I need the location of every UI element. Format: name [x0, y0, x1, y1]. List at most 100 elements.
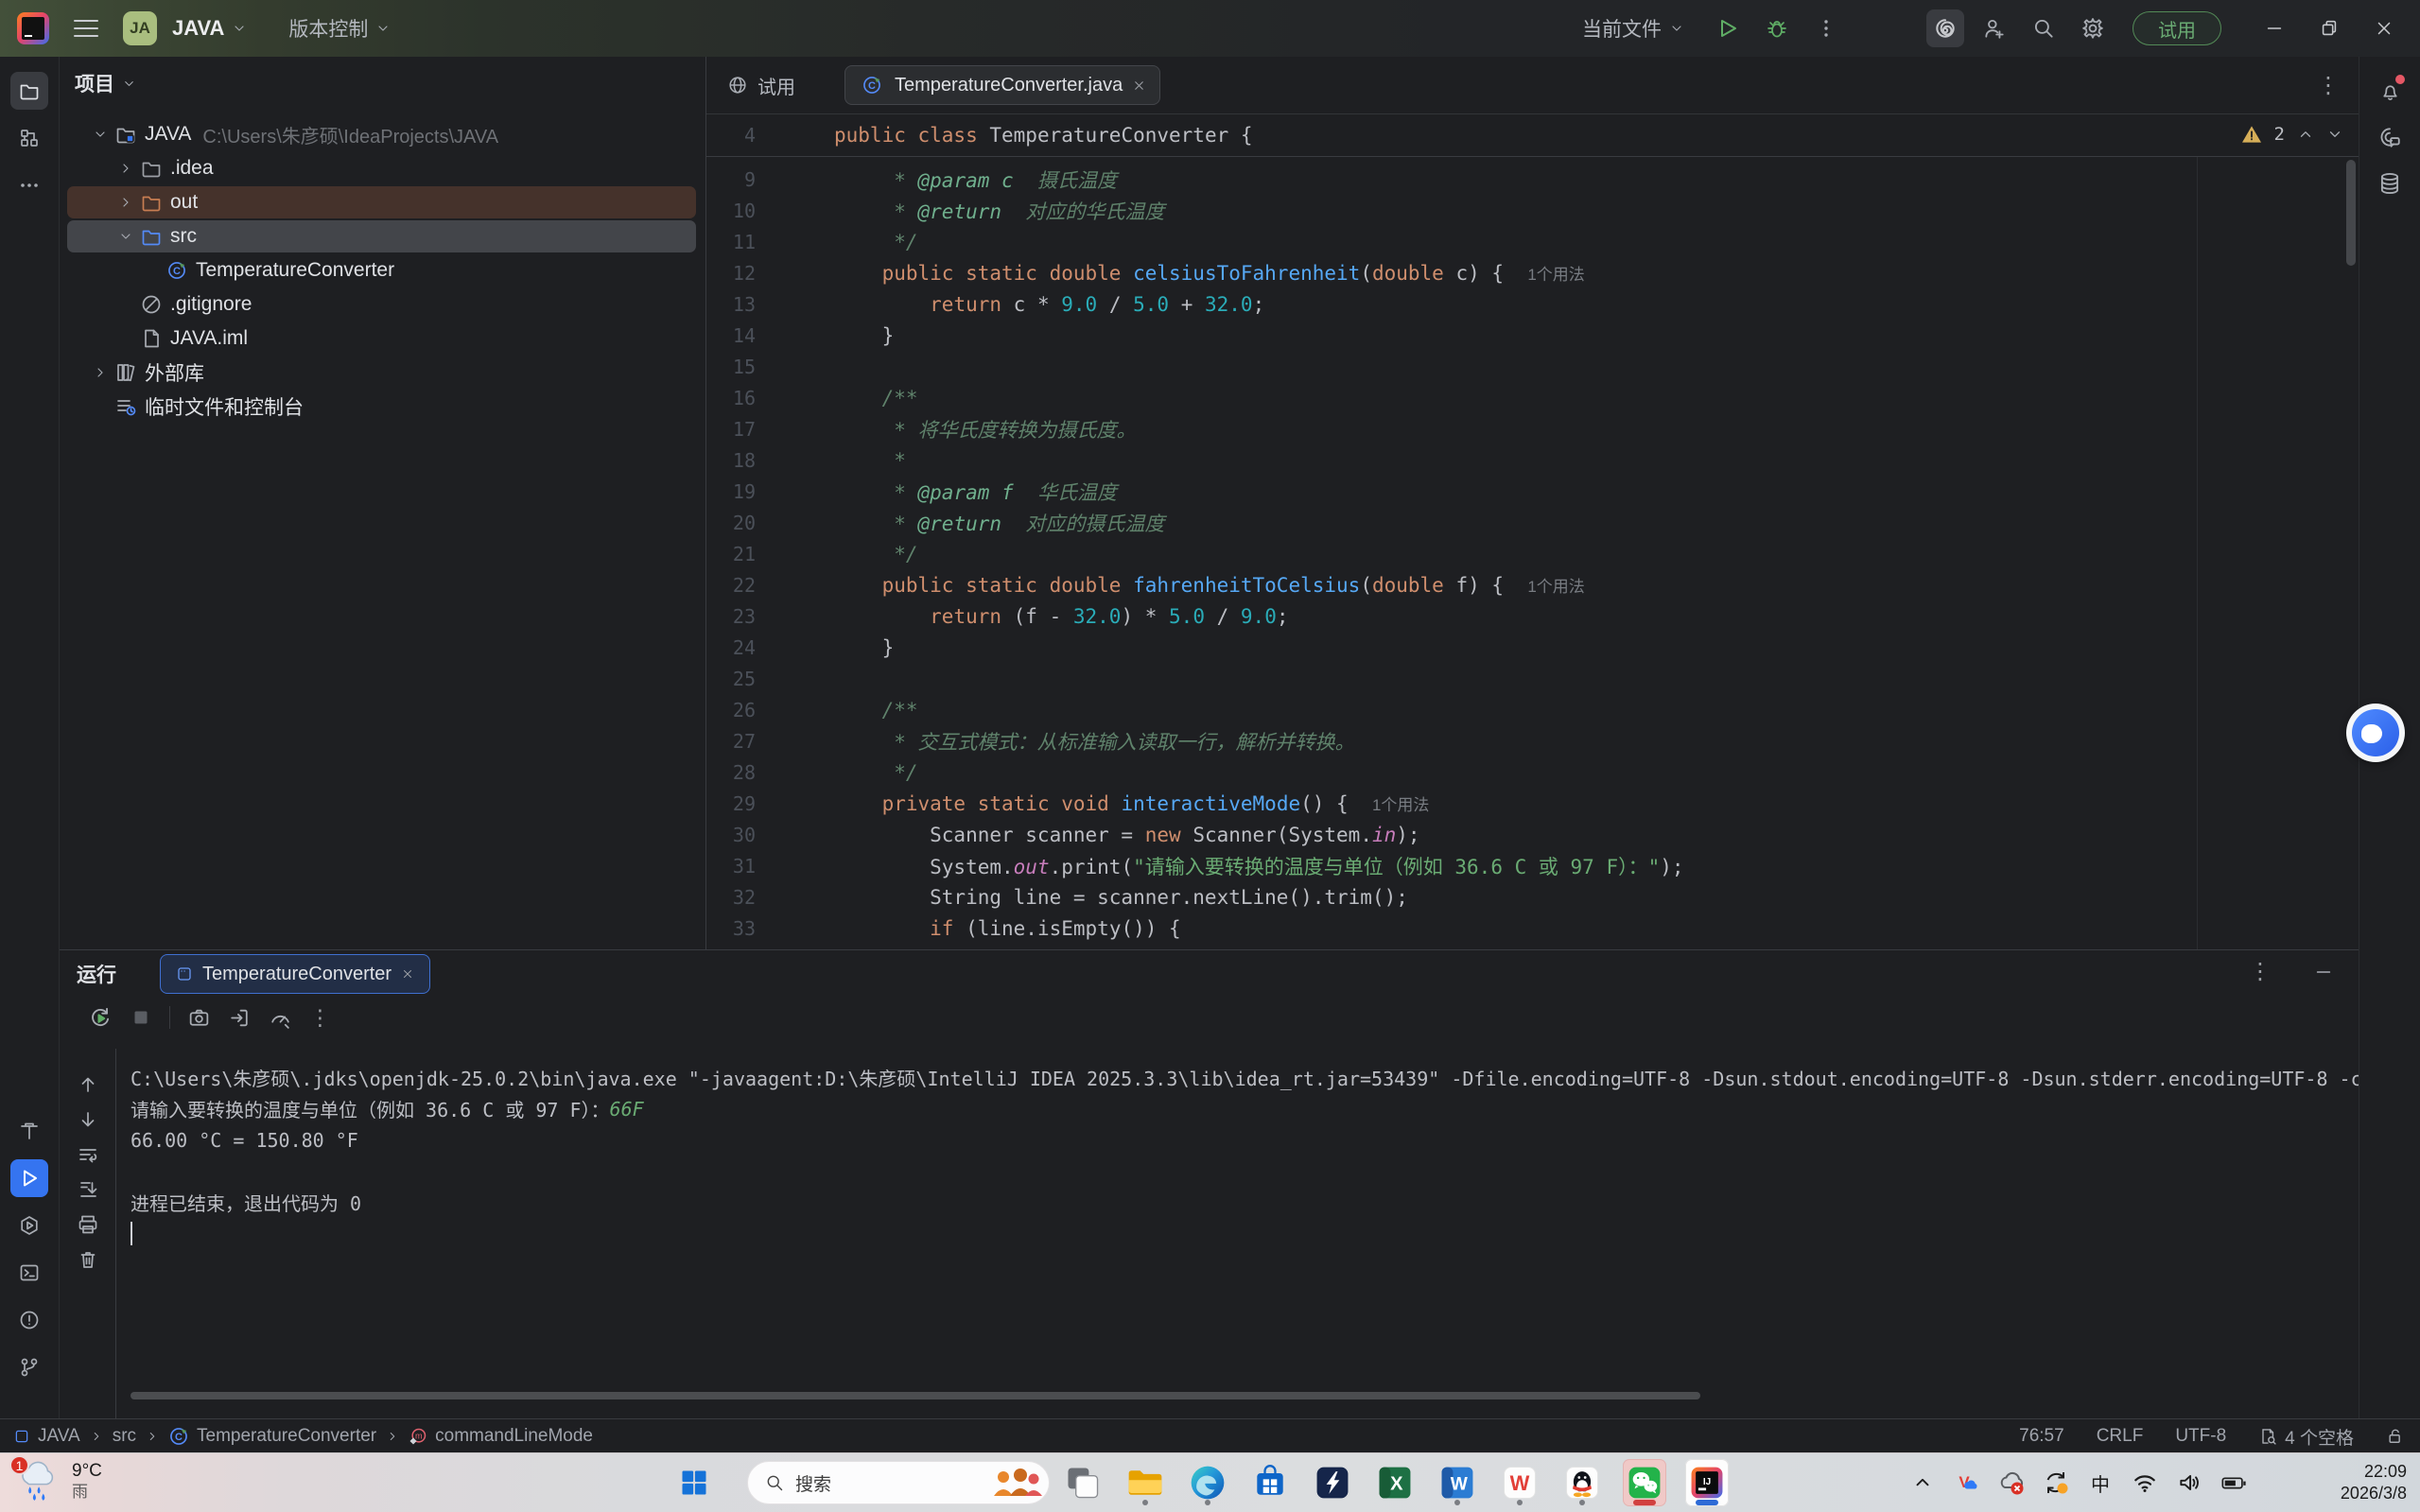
taskbar-app-wechat[interactable]	[1623, 1459, 1666, 1506]
code-line-19[interactable]: 19 * @param f 华氏温度	[706, 476, 2359, 507]
search-everywhere-button[interactable]	[2025, 9, 2063, 47]
dump-threads-button[interactable]	[228, 1006, 252, 1030]
tray-ime-indicator[interactable]: 中	[2086, 1469, 2115, 1497]
tree-item-out-folder[interactable]: out	[60, 185, 705, 219]
taskbar-app-qq[interactable]	[1560, 1459, 1604, 1506]
breadcrumb-item[interactable]: src	[113, 1426, 136, 1447]
soft-wrap-icon[interactable]	[77, 1143, 99, 1166]
problems-tool-window-button[interactable]	[10, 1301, 48, 1339]
taskbar-app-file-explorer[interactable]	[1123, 1459, 1167, 1506]
ai-chat-button[interactable]	[2371, 118, 2409, 156]
run-tool-window-button[interactable]	[10, 1159, 48, 1197]
taskbar-clock[interactable]: 22:09 2026/3/8	[2341, 1461, 2407, 1504]
doubao-assistant-button[interactable]	[2346, 704, 2405, 762]
search-highlight-people-icon[interactable]	[983, 1464, 1043, 1502]
line-number[interactable]: 13	[706, 293, 829, 316]
editor-tab-temperatureconverter[interactable]: C TemperatureConverter.java	[844, 65, 1160, 105]
main-menu-button[interactable]	[74, 20, 98, 37]
code-with-me-button[interactable]	[1976, 9, 2013, 47]
rerun-button[interactable]	[88, 1005, 113, 1030]
debug-button[interactable]	[1758, 9, 1796, 47]
hide-panel-icon[interactable]	[2313, 962, 2334, 982]
line-number[interactable]: 18	[706, 449, 829, 472]
tray-cloud-error[interactable]	[1997, 1469, 2026, 1497]
taskbar-app-excel[interactable]: X	[1373, 1459, 1417, 1506]
line-number[interactable]: 20	[706, 512, 829, 534]
line-number[interactable]: 9	[706, 168, 829, 191]
line-number[interactable]: 31	[706, 855, 829, 878]
code-line-21[interactable]: 21 */	[706, 538, 2359, 569]
trial-button[interactable]: 试用	[2133, 11, 2221, 45]
ai-assistant-button[interactable]	[1926, 9, 1964, 47]
encoding-widget[interactable]: UTF-8	[2175, 1426, 2226, 1447]
line-number[interactable]: 10	[706, 200, 829, 222]
line-number[interactable]: 16	[706, 387, 829, 409]
tray-wifi[interactable]	[2131, 1469, 2159, 1497]
scroll-up-icon[interactable]	[77, 1073, 99, 1096]
line-number[interactable]: 27	[706, 730, 829, 753]
code-line-31[interactable]: 31 System.out.print("请输入要转换的温度与单位（例如 36.…	[706, 850, 2359, 881]
line-number[interactable]: 23	[706, 605, 829, 628]
editor-trial-widget[interactable]: 试用	[727, 72, 795, 99]
project-selector[interactable]: JAVA	[172, 16, 247, 41]
tree-item-temperatureconverter[interactable]: CTemperatureConverter	[60, 253, 705, 287]
tray-volume[interactable]	[2175, 1469, 2203, 1497]
indent-widget[interactable]: 4 个空格	[2258, 1424, 2354, 1450]
code-line-16[interactable]: 16 /**	[706, 382, 2359, 413]
code-line-20[interactable]: 20 * @return 对应的摄氏温度	[706, 507, 2359, 538]
structure-tool-window-button[interactable]	[10, 119, 48, 157]
taskbar-app-edge[interactable]	[1186, 1459, 1229, 1506]
settings-button[interactable]	[2074, 9, 2112, 47]
project-avatar[interactable]: JA	[123, 11, 157, 45]
breadcrumb-item[interactable]: mcommandLineMode	[409, 1426, 593, 1447]
close-tab-icon[interactable]	[1132, 78, 1146, 93]
run-panel-options-button[interactable]: ⋮	[2249, 958, 2272, 985]
project-tool-window-button[interactable]	[10, 72, 48, 110]
line-number[interactable]: 12	[706, 262, 829, 285]
line-number[interactable]: 28	[706, 761, 829, 784]
code-line-18[interactable]: 18 *	[706, 444, 2359, 476]
tray-wps-cloud[interactable]: V	[1953, 1469, 1981, 1497]
line-number[interactable]: 29	[706, 792, 829, 815]
tab-options-button[interactable]: ⋮	[2317, 72, 2340, 99]
line-number[interactable]: 17	[706, 418, 829, 441]
code-line-15[interactable]: 15	[706, 351, 2359, 382]
taskbar-app-store[interactable]	[1248, 1459, 1292, 1506]
code-line-32[interactable]: 32 String line = scanner.nextLine().trim…	[706, 881, 2359, 912]
tree-item-idea-folder[interactable]: .idea	[60, 151, 705, 185]
chevron-down-icon[interactable]	[88, 127, 113, 142]
code-line-26[interactable]: 26 /**	[706, 694, 2359, 725]
scroll-down-icon[interactable]	[77, 1108, 99, 1131]
line-number[interactable]: 24	[706, 636, 829, 659]
run-button[interactable]	[1709, 9, 1747, 47]
tree-item-gitignore[interactable]: .gitignore	[60, 287, 705, 322]
line-number[interactable]: 21	[706, 543, 829, 565]
notifications-button[interactable]	[2371, 72, 2409, 110]
breadcrumb-item[interactable]: JAVA	[13, 1426, 80, 1447]
code-line-14[interactable]: 14 }	[706, 320, 2359, 351]
code-line-29[interactable]: 29 private static void interactiveMode()…	[706, 788, 2359, 819]
line-number[interactable]: 22	[706, 574, 829, 597]
taskbar-app-wps[interactable]: W	[1498, 1459, 1541, 1506]
code-line-12[interactable]: 12 public static double celsiusToFahrenh…	[706, 257, 2359, 288]
code-line-28[interactable]: 28 */	[706, 756, 2359, 788]
taskbar-app-word[interactable]: W	[1436, 1459, 1479, 1506]
taskbar-search[interactable]: 搜索	[747, 1461, 1050, 1504]
tree-item-java-iml[interactable]: JAVA.iml	[60, 322, 705, 356]
line-number[interactable]: 26	[706, 699, 829, 721]
tray-expand-button[interactable]	[1908, 1469, 1937, 1497]
tree-item-src-folder[interactable]: src	[60, 219, 705, 253]
close-tab-icon[interactable]	[401, 967, 414, 981]
console-horizontal-scrollbar[interactable]	[131, 1392, 1700, 1399]
run-configuration-selector[interactable]: 当前文件	[1582, 14, 1684, 43]
code-line-22[interactable]: 22 public static double fahrenheitToCels…	[706, 569, 2359, 600]
print-icon[interactable]	[77, 1213, 99, 1236]
weather-widget[interactable]: 1 9°C 雨	[13, 1457, 102, 1504]
tree-item-scratches[interactable]: 临时文件和控制台	[60, 390, 705, 424]
editor-scrollbar[interactable]	[2346, 160, 2356, 266]
write-access-widget[interactable]	[2386, 1427, 2405, 1446]
stop-button[interactable]	[130, 1006, 152, 1029]
database-button[interactable]	[2371, 165, 2409, 202]
minimize-button[interactable]	[2254, 9, 2295, 47]
line-number[interactable]: 19	[706, 480, 829, 503]
